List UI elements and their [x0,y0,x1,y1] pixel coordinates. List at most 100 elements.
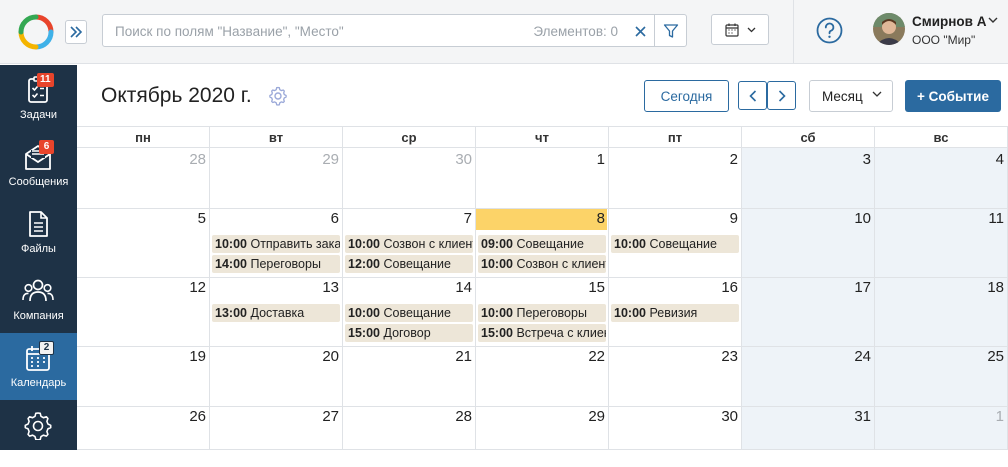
add-event-button[interactable]: + Событие [905,80,1001,112]
event-time: 14:00 [215,257,247,271]
next-month-button[interactable] [767,81,796,110]
day-cell[interactable]: 710:00 Созвон с клиентом12:00 Совещание [343,209,476,278]
day-number: 9 [729,210,738,227]
day-cell[interactable]: 21 [343,347,476,407]
calendar-event[interactable]: 15:00 Договор [345,324,473,342]
event-time: 15:00 [481,326,513,340]
day-number: 11 [988,210,1004,227]
day-cell[interactable]: 2 [609,148,742,209]
day-number: 23 [721,348,738,365]
expand-sidebar-button[interactable] [65,20,87,44]
weekday-label: ср [343,127,476,148]
day-cell[interactable]: 15 10:00 Переговоры 15:00 Встреча с клиент… [476,278,609,347]
day-cell[interactable]: 4 [875,148,1008,209]
day-cell[interactable]: 31 [742,407,875,450]
event-title: Совещание [383,257,451,271]
calendar-event[interactable]: 10:00 Переговоры [478,304,606,322]
day-cell[interactable]: 1 [875,407,1008,450]
day-cell[interactable]: 18 [875,278,1008,347]
day-cell[interactable]: 809:00 Совещание10:00 Созвон с клиентом [476,209,609,278]
day-cell[interactable]: 29 [476,407,609,450]
day-cell[interactable]: 24 [742,347,875,407]
calendar-event[interactable]: 09:00 Совещание [478,235,606,253]
event-title: Переговоры [516,306,587,320]
filter-button[interactable] [654,15,686,46]
day-cell[interactable]: 29 [210,148,343,209]
day-cell[interactable]: 30 [343,148,476,209]
day-cell[interactable]: 16 10:00 Ревизия [609,278,742,347]
previous-month-button[interactable] [738,81,767,110]
calendar-event[interactable]: 15:00 Встреча с клиентом [478,324,606,342]
day-cell[interactable]: 9 10:00 Совещание [609,209,742,278]
calendar-badge: 2 [39,341,54,355]
calendar-event[interactable]: 12:00 Совещание [345,255,473,273]
day-cell[interactable]: 3 [742,148,875,209]
calendar-event[interactable]: 10:00 Созвон с клиентом [345,235,473,253]
day-cell[interactable]: 13 13:00 Доставка [210,278,343,347]
calendar-settings-gear-icon[interactable] [268,86,288,106]
calendar-event[interactable]: 13:00 Доставка [212,304,340,322]
day-cell[interactable]: 17 [742,278,875,347]
day-cell[interactable]: 5 [77,209,210,278]
day-cell[interactable]: 11 [875,209,1008,278]
user-menu-chevron-icon[interactable] [988,17,998,24]
day-cell[interactable]: 14 10:00 Совещание 15:00 Договор [343,278,476,347]
sidebar-item-label: Задачи [20,109,57,121]
event-title: Совещание [383,306,451,320]
search-placeholder: Поиск по полям "Название", "Место" [115,24,344,39]
calendar-event[interactable]: 10:00 Созвон с клиентом [478,255,606,273]
day-cell[interactable]: 6 10:00 Отправить заказ 14:00 Переговоры [210,209,343,278]
help-icon[interactable] [816,17,843,44]
day-cell[interactable]: 12 [77,278,210,347]
day-cell[interactable]: 30 [609,407,742,450]
search-input[interactable]: Поиск по полям "Название", "Место" Элеме… [102,14,687,47]
filter-icon [663,23,678,38]
event-time: 10:00 [481,257,513,271]
view-select[interactable]: Месяц [809,80,893,112]
event-title: Совещание [516,237,584,251]
event-time: 10:00 [614,306,646,320]
day-number: 15 [588,279,605,296]
avatar[interactable] [873,13,905,45]
day-cell[interactable]: 23 [609,347,742,407]
chevron-down-icon [747,27,755,32]
calendar-event[interactable]: 10:00 Ревизия [611,304,739,322]
calendar-event[interactable]: 10:00 Совещание [611,235,739,253]
day-cell[interactable]: 25 [875,347,1008,407]
sidebar-item-tasks[interactable]: 11 Задачи [0,65,77,132]
day-cell[interactable]: 1 [476,148,609,209]
day-number: 25 [987,348,1004,365]
sidebar-item-settings[interactable] [0,400,77,467]
event-time: 10:00 [348,237,380,251]
day-cell[interactable]: 26 [77,407,210,450]
day-cell[interactable]: 27 [210,407,343,450]
weekday-label: чт [476,127,609,148]
day-cell[interactable]: 10 [742,209,875,278]
sidebar-item-messages[interactable]: 6 Сообщения [0,132,77,199]
weekday-label: пт [609,127,742,148]
day-number: 29 [322,151,339,168]
event-time: 12:00 [348,257,380,271]
calendar-event[interactable]: 10:00 Отправить заказ [212,235,340,253]
day-number: 6 [330,210,339,227]
day-number: 2 [729,151,738,168]
date-picker-button[interactable] [711,14,769,45]
user-avatar-icon [873,13,905,45]
day-cell[interactable]: 22 [476,347,609,407]
sidebar-item-files[interactable]: Файлы [0,199,77,266]
user-name[interactable]: Смирнов А [912,14,986,29]
calendar-event[interactable]: 14:00 Переговоры [212,255,340,273]
day-cell[interactable]: 28 [77,148,210,209]
day-cell[interactable]: 28 [343,407,476,450]
sidebar-item-calendar[interactable]: 2 Календарь [0,333,77,400]
day-cell[interactable]: 19 [77,347,210,407]
day-cell[interactable]: 20 [210,347,343,407]
day-number: 30 [455,151,472,168]
clear-search-button[interactable] [632,22,648,40]
calendar-event[interactable]: 10:00 Совещание [345,304,473,322]
today-button[interactable]: Сегодня [644,80,729,112]
app-logo-icon[interactable] [18,14,54,50]
sidebar-item-company[interactable]: Компания [0,266,77,333]
event-time: 15:00 [348,326,380,340]
sidebar-item-label: Сообщения [8,176,69,188]
